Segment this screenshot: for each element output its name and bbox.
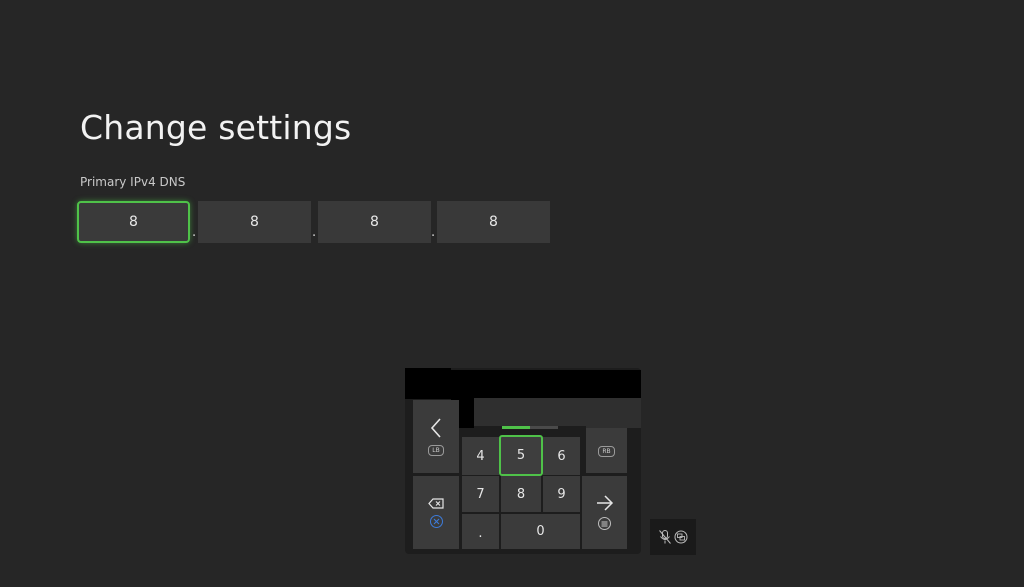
entry-progress-fill bbox=[502, 426, 530, 429]
previous-field-button[interactable]: LB bbox=[413, 400, 459, 473]
view-button-icon bbox=[674, 530, 688, 544]
dns-octet-2[interactable]: 8 bbox=[198, 201, 311, 243]
key-5[interactable]: 5 bbox=[499, 435, 543, 476]
lb-bumper-icon: LB bbox=[428, 445, 444, 456]
enter-button[interactable] bbox=[582, 476, 627, 549]
octet-separator: . bbox=[312, 225, 317, 240]
x-button-icon bbox=[429, 514, 443, 528]
key-6[interactable]: 6 bbox=[543, 437, 580, 475]
key-4[interactable]: 4 bbox=[462, 437, 499, 475]
key-9[interactable]: 9 bbox=[543, 476, 580, 512]
backspace-button[interactable] bbox=[413, 476, 459, 549]
entry-progress-bar bbox=[502, 426, 558, 429]
rb-bumper-icon: RB bbox=[598, 446, 615, 457]
chevron-left-icon bbox=[430, 418, 441, 438]
key-7[interactable]: 7 bbox=[462, 476, 499, 512]
settings-page: Change settings Primary IPv4 DNS 8 . 8 .… bbox=[0, 0, 1024, 587]
mic-off-icon bbox=[659, 530, 671, 544]
key-dot[interactable]: . bbox=[462, 514, 499, 549]
key-8[interactable]: 8 bbox=[501, 476, 541, 512]
page-title: Change settings bbox=[80, 108, 352, 147]
redacted-area bbox=[586, 398, 641, 428]
dns-octet-4[interactable]: 8 bbox=[437, 201, 550, 243]
octet-separator: . bbox=[192, 225, 197, 240]
backspace-icon bbox=[428, 497, 444, 509]
octet-separator: . bbox=[431, 225, 436, 240]
dns-octet-1[interactable]: 8 bbox=[77, 201, 190, 243]
keypad-entry-display bbox=[474, 398, 586, 426]
arrow-right-icon bbox=[596, 495, 613, 511]
redacted-area bbox=[405, 368, 451, 399]
key-0[interactable]: 0 bbox=[501, 514, 580, 549]
voice-input-button[interactable] bbox=[650, 519, 696, 555]
dns-field-label: Primary IPv4 DNS bbox=[80, 175, 186, 189]
redacted-area bbox=[451, 370, 641, 398]
menu-button-icon bbox=[598, 517, 611, 530]
dns-octet-3[interactable]: 8 bbox=[318, 201, 431, 243]
